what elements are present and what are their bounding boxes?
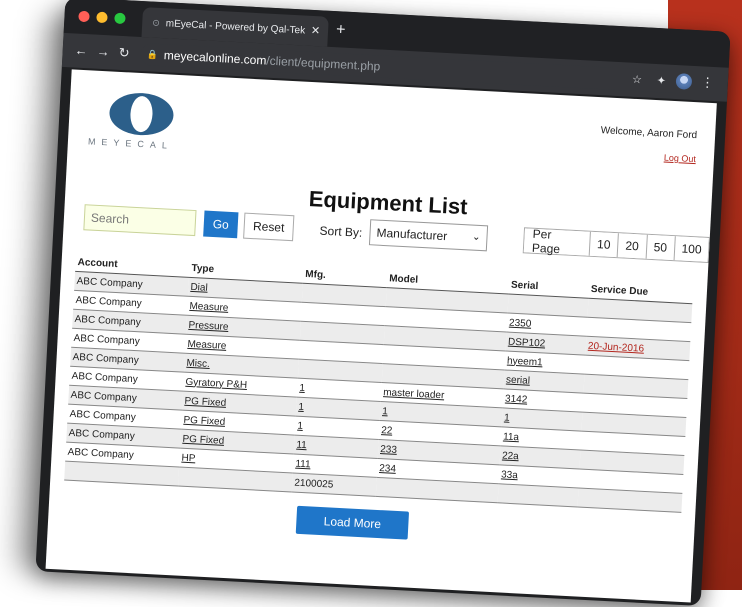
lock-icon: 🔒 bbox=[146, 48, 159, 60]
per-page-100[interactable]: 100 bbox=[673, 236, 709, 262]
cell-link[interactable]: Gyratory P&H bbox=[185, 376, 247, 390]
sort-by-select[interactable]: Manufacturer ⌄ bbox=[368, 219, 489, 252]
sort-by-value: Manufacturer bbox=[376, 225, 448, 244]
cell-mfg: 2100025 bbox=[291, 473, 377, 497]
close-window-icon[interactable] bbox=[78, 10, 90, 23]
cell-link[interactable]: 20-Jun-2016 bbox=[588, 340, 645, 354]
per-page-control: Per Page 10 20 50 100 bbox=[522, 227, 710, 263]
cell-link[interactable]: 1 bbox=[297, 420, 303, 431]
cell-link[interactable]: 11a bbox=[503, 431, 520, 443]
profile-avatar-icon[interactable] bbox=[675, 73, 693, 90]
cell-link[interactable]: 3142 bbox=[505, 393, 528, 405]
cell-link[interactable]: 234 bbox=[379, 463, 396, 475]
cell-text: ABC Company bbox=[75, 294, 142, 309]
cell-link[interactable]: PG Fixed bbox=[183, 414, 225, 427]
cell-text: ABC Company bbox=[68, 427, 136, 442]
meyecal-logo: MEYECAL bbox=[87, 86, 201, 162]
cell-link[interactable]: Measure bbox=[187, 338, 226, 351]
cell-link[interactable]: 233 bbox=[380, 444, 397, 456]
cell-text: ABC Company bbox=[67, 446, 135, 461]
maximize-window-icon[interactable] bbox=[114, 12, 126, 25]
minimize-window-icon[interactable] bbox=[96, 11, 108, 24]
cell-link[interactable]: master loader bbox=[383, 387, 445, 401]
favicon-icon: ⊙ bbox=[152, 17, 161, 28]
welcome-text: Welcome, Aaron Ford bbox=[600, 125, 698, 142]
browser-menu-icon[interactable]: ⋮ bbox=[700, 74, 715, 91]
cell-link[interactable]: Pressure bbox=[188, 319, 229, 332]
cell-text: 2100025 bbox=[294, 477, 334, 491]
cell-link[interactable]: PG Fixed bbox=[182, 433, 224, 446]
cell-text: ABC Company bbox=[74, 313, 142, 328]
cell-text: ABC Company bbox=[70, 389, 138, 404]
cell-link[interactable]: 33a bbox=[501, 469, 518, 481]
cell-text: ABC Company bbox=[71, 370, 139, 385]
logout-link[interactable]: Log Out bbox=[664, 153, 697, 165]
cell-link[interactable]: 11 bbox=[296, 439, 307, 451]
cell-text: ABC Company bbox=[69, 408, 137, 423]
star-icon[interactable]: ☆ bbox=[632, 73, 643, 87]
cell-link[interactable]: 1 bbox=[382, 406, 388, 417]
sort-by-label: Sort By: bbox=[319, 223, 363, 240]
new-tab-icon[interactable]: + bbox=[336, 21, 346, 39]
extensions-icon[interactable]: ✦ bbox=[656, 74, 666, 87]
cell-link[interactable]: 22a bbox=[502, 450, 519, 462]
logo-wordmark: MEYECAL bbox=[87, 136, 174, 151]
reload-icon[interactable]: ↻ bbox=[118, 45, 130, 62]
per-page-label: Per Page bbox=[523, 227, 590, 256]
cell-link[interactable]: hyeem1 bbox=[507, 355, 543, 368]
load-more-button[interactable]: Load More bbox=[295, 505, 410, 540]
cell-serial bbox=[497, 483, 579, 507]
cell-link[interactable]: 111 bbox=[295, 458, 311, 470]
url-path: /client/equipment.php bbox=[266, 53, 381, 74]
forward-icon[interactable]: → bbox=[96, 44, 110, 60]
eye-logo-icon bbox=[108, 91, 175, 137]
cell-link[interactable]: DSP102 bbox=[508, 336, 546, 349]
cell-link[interactable]: 1 bbox=[299, 382, 305, 393]
cell-link[interactable]: 2350 bbox=[509, 317, 532, 329]
per-page-20[interactable]: 20 bbox=[616, 233, 647, 259]
cell-link[interactable]: HP bbox=[181, 452, 195, 464]
page-content: MEYECAL Welcome, Aaron Ford Log Out Equi… bbox=[45, 69, 717, 603]
url-host: meyecalonline.com bbox=[163, 48, 267, 68]
go-button[interactable]: Go bbox=[203, 210, 239, 239]
tab-close-icon[interactable]: ✕ bbox=[311, 24, 321, 37]
cell-link[interactable]: 22 bbox=[381, 425, 393, 437]
cell-link[interactable]: 1 bbox=[504, 412, 510, 423]
cell-link[interactable]: 1 bbox=[298, 401, 304, 412]
cell-text: ABC Company bbox=[76, 275, 143, 290]
per-page-10[interactable]: 10 bbox=[588, 231, 619, 258]
window-controls bbox=[78, 10, 126, 25]
search-input[interactable]: Search bbox=[83, 204, 197, 237]
reset-button[interactable]: Reset bbox=[243, 212, 295, 242]
cell-link[interactable]: Measure bbox=[189, 300, 228, 313]
back-icon[interactable]: ← bbox=[74, 43, 88, 59]
cell-text: ABC Company bbox=[73, 332, 141, 347]
per-page-50[interactable]: 50 bbox=[645, 234, 675, 261]
cell-service-due bbox=[577, 487, 683, 513]
equipment-table: Account Type Mfg. Model Serial Service D… bbox=[64, 253, 694, 513]
cell-link[interactable]: PG Fixed bbox=[184, 395, 226, 408]
cell-link[interactable]: Misc. bbox=[186, 357, 210, 369]
cell-text: ABC Company bbox=[72, 351, 140, 366]
cell-link[interactable]: Dial bbox=[190, 281, 208, 293]
browser-window: ⊙ mEyeCal - Powered by Qal-Tek ✕ + ← → ↻… bbox=[35, 0, 731, 607]
cell-link[interactable]: serial bbox=[506, 374, 530, 386]
chevron-down-icon: ⌄ bbox=[471, 231, 481, 244]
tab-title: mEyeCal - Powered by Qal-Tek bbox=[165, 17, 306, 37]
